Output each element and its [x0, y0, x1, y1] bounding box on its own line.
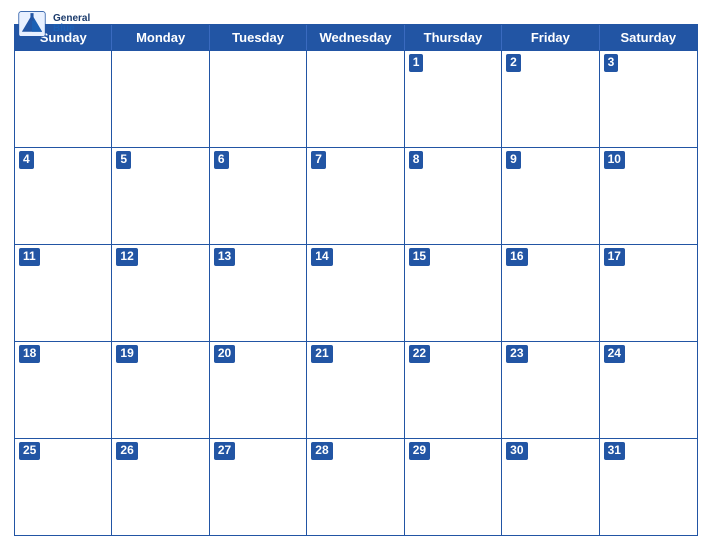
day-header-tuesday: Tuesday — [210, 25, 307, 50]
day-cell — [210, 51, 307, 147]
day-number: 3 — [604, 54, 619, 72]
day-cell: 20 — [210, 342, 307, 438]
day-number: 16 — [506, 248, 527, 266]
day-cell: 2 — [502, 51, 599, 147]
day-number: 7 — [311, 151, 326, 169]
day-cell: 27 — [210, 439, 307, 535]
day-number: 13 — [214, 248, 235, 266]
day-cell — [307, 51, 404, 147]
day-cell: 25 — [15, 439, 112, 535]
day-cell: 19 — [112, 342, 209, 438]
day-header-wednesday: Wednesday — [307, 25, 404, 50]
day-cell: 6 — [210, 148, 307, 244]
day-cell: 29 — [405, 439, 502, 535]
day-cell: 30 — [502, 439, 599, 535]
day-header-friday: Friday — [502, 25, 599, 50]
week-row-1: 1 2 3 — [15, 50, 697, 147]
day-number: 10 — [604, 151, 625, 169]
day-cell: 14 — [307, 245, 404, 341]
day-number: 2 — [506, 54, 521, 72]
day-cell: 16 — [502, 245, 599, 341]
day-cell: 24 — [600, 342, 697, 438]
day-cell: 3 — [600, 51, 697, 147]
day-cell: 17 — [600, 245, 697, 341]
calendar-header: General Blue — [14, 10, 698, 18]
day-number: 15 — [409, 248, 430, 266]
day-number: 22 — [409, 345, 430, 363]
day-cell: 11 — [15, 245, 112, 341]
day-number: 25 — [19, 442, 40, 460]
logo-text-area: General Blue — [53, 14, 90, 34]
day-cell: 13 — [210, 245, 307, 341]
day-number: 18 — [19, 345, 40, 363]
day-number: 8 — [409, 151, 424, 169]
day-number: 21 — [311, 345, 332, 363]
day-number: 6 — [214, 151, 229, 169]
day-cell: 1 — [405, 51, 502, 147]
day-cell: 5 — [112, 148, 209, 244]
day-number: 23 — [506, 345, 527, 363]
day-number: 30 — [506, 442, 527, 460]
week-row-2: 4 5 6 7 8 9 10 — [15, 147, 697, 244]
day-number: 17 — [604, 248, 625, 266]
week-row-4: 18 19 20 21 22 23 24 — [15, 341, 697, 438]
day-cell: 23 — [502, 342, 599, 438]
week-row-3: 11 12 13 14 15 16 17 — [15, 244, 697, 341]
calendar-grid: SundayMondayTuesdayWednesdayThursdayFrid… — [14, 24, 698, 536]
day-number: 11 — [19, 248, 40, 266]
day-cell: 4 — [15, 148, 112, 244]
logo-icon — [14, 10, 50, 38]
weeks-container: 1234567891011121314151617181920212223242… — [15, 50, 697, 535]
day-number: 9 — [506, 151, 521, 169]
week-row-5: 25 26 27 28 29 30 31 — [15, 438, 697, 535]
logo-blue: Blue — [53, 24, 75, 34]
day-cell: 10 — [600, 148, 697, 244]
day-cell — [15, 51, 112, 147]
day-number: 4 — [19, 151, 34, 169]
day-cell: 18 — [15, 342, 112, 438]
day-number: 31 — [604, 442, 625, 460]
day-cell — [112, 51, 209, 147]
day-cell: 26 — [112, 439, 209, 535]
day-number: 5 — [116, 151, 131, 169]
day-header-monday: Monday — [112, 25, 209, 50]
day-cell: 28 — [307, 439, 404, 535]
day-cell: 7 — [307, 148, 404, 244]
day-number: 19 — [116, 345, 137, 363]
day-number: 12 — [116, 248, 137, 266]
day-cell: 15 — [405, 245, 502, 341]
day-number: 20 — [214, 345, 235, 363]
day-number: 27 — [214, 442, 235, 460]
day-number: 26 — [116, 442, 137, 460]
day-number: 14 — [311, 248, 332, 266]
day-cell: 21 — [307, 342, 404, 438]
day-number: 28 — [311, 442, 332, 460]
day-header-saturday: Saturday — [600, 25, 697, 50]
day-header-thursday: Thursday — [405, 25, 502, 50]
day-cell: 8 — [405, 148, 502, 244]
day-number: 1 — [409, 54, 424, 72]
logo-area: General Blue — [14, 10, 90, 38]
day-cell: 9 — [502, 148, 599, 244]
day-number: 29 — [409, 442, 430, 460]
day-cell: 12 — [112, 245, 209, 341]
day-headers: SundayMondayTuesdayWednesdayThursdayFrid… — [15, 25, 697, 50]
calendar-wrapper: General Blue SundayMondayTuesdayWednesda… — [0, 0, 712, 550]
day-cell: 22 — [405, 342, 502, 438]
day-cell: 31 — [600, 439, 697, 535]
day-number: 24 — [604, 345, 625, 363]
